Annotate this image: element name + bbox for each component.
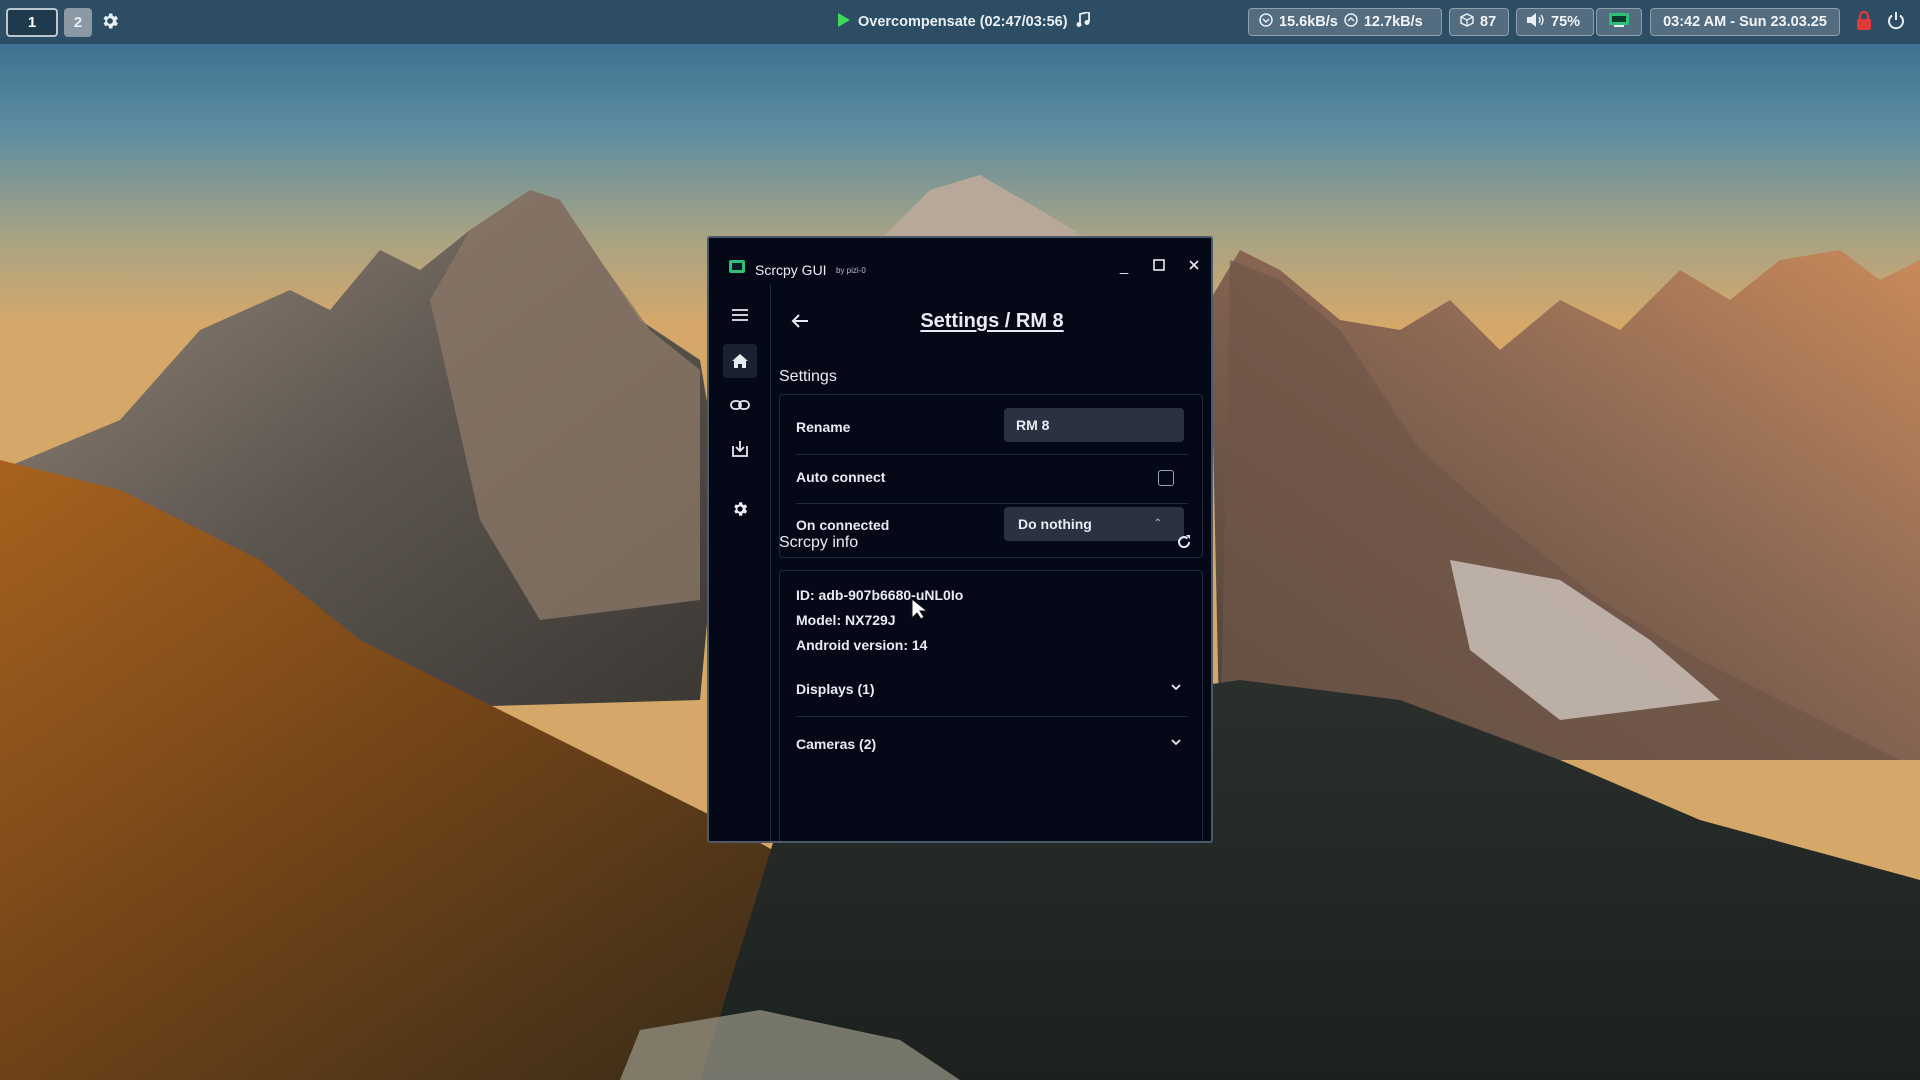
clock-text: 03:42 AM - Sun 23.03.25 [1663,14,1827,30]
window-title: Scrcpy GUI [755,262,827,278]
divider [796,716,1188,717]
link-icon [730,400,750,410]
cameras-label: Cameras (2) [796,736,877,752]
device-indicator[interactable] [1596,8,1642,36]
music-note-icon [1076,10,1090,32]
divider [796,454,1188,455]
menu-icon [732,309,748,321]
upload-speed-icon [1344,13,1358,31]
updates-count: 87 [1480,14,1497,30]
sidebar-item-home[interactable] [723,344,757,378]
chevron-down-icon [1170,679,1182,695]
sidebar [709,284,771,841]
speaker-icon [1527,13,1545,31]
maximize-icon [1153,259,1165,271]
refresh-button[interactable] [1176,534,1192,555]
settings-icon [734,502,748,516]
page-title: Settings / RM 8 [920,310,1064,332]
upload-speed: 12.7kB/s [1363,14,1423,30]
sidebar-item-install[interactable] [723,432,757,466]
sidebar-item-settings[interactable] [723,492,757,526]
close-button[interactable] [1185,258,1203,276]
minimize-button[interactable]: _ [1115,258,1133,276]
scrcpy-gui-window: Scrcpy GUI by pizi-0 _ Settings / RM 8 S… [707,236,1213,843]
clock[interactable]: 03:42 AM - Sun 23.03.25 [1650,8,1840,36]
menu-button[interactable] [723,298,757,332]
download-speed-icon [1259,13,1273,31]
displays-label: Displays (1) [796,681,875,697]
auto-connect-checkbox[interactable] [1158,470,1174,486]
chevron-down-icon [1170,734,1182,750]
download-icon [732,441,748,457]
volume-value: 75% [1551,14,1581,30]
rename-label: Rename [796,419,851,435]
package-icon [1460,13,1474,31]
sidebar-item-connect[interactable] [723,388,757,422]
scrcpy-info-card: ID: adb-907b6680-uNL0Io Model: NX729J An… [779,570,1203,841]
close-icon [1189,260,1199,270]
maximize-button[interactable] [1150,258,1168,276]
workspace-2-button[interactable]: 2 [64,8,92,37]
download-speed: 15.6kB/s [1279,14,1338,30]
media-player[interactable]: Overcompensate (02:47/03:56) [838,10,1090,32]
on-connected-value: Do nothing [1018,516,1092,532]
device-icon [1608,12,1630,32]
auto-connect-label: Auto connect [796,469,886,485]
power-icon[interactable] [1886,11,1906,35]
settings-section-title: Settings [779,368,837,385]
workspace-1-button[interactable]: 1 [6,8,58,37]
device-id: ID: adb-907b6680-uNL0Io [796,587,964,603]
top-bar: 1 2 Overcompensate (02:47/03:56) 15.6kB/… [0,0,1920,44]
refresh-icon [1178,535,1191,549]
window-author: by pizi-0 [836,266,866,275]
displays-accordion[interactable]: Displays (1) [796,681,1188,697]
lock-icon[interactable] [1855,10,1873,35]
rename-input[interactable]: RM 8 [1004,408,1184,442]
app-logo-icon [729,260,745,273]
on-connected-select[interactable]: Do nothing ⌃ [1004,507,1184,541]
network-speed: 15.6kB/s 12.7kB/s [1248,8,1442,36]
scrcpy-info-section-title: Scrcpy info [779,534,859,551]
play-icon[interactable] [838,13,850,31]
on-connected-label: On connected [796,517,890,533]
cameras-accordion[interactable]: Cameras (2) [796,736,1188,752]
select-arrows-icon: ⌃ [1153,518,1162,529]
window-titlebar[interactable]: Scrcpy GUI by pizi-0 _ [709,238,1211,284]
updates-indicator[interactable]: 87 [1449,8,1509,36]
divider [796,503,1188,504]
main-content: Settings / RM 8 Settings Rename RM 8 Aut… [771,284,1211,841]
gear-icon[interactable] [100,11,120,35]
device-model: Model: NX729J [796,612,896,628]
media-title: Overcompensate (02:47/03:56) [858,14,1068,30]
home-icon [732,354,748,368]
mouse-cursor-icon [911,597,929,625]
volume-indicator[interactable]: 75% [1516,8,1594,36]
android-version: Android version: 14 [796,637,928,653]
